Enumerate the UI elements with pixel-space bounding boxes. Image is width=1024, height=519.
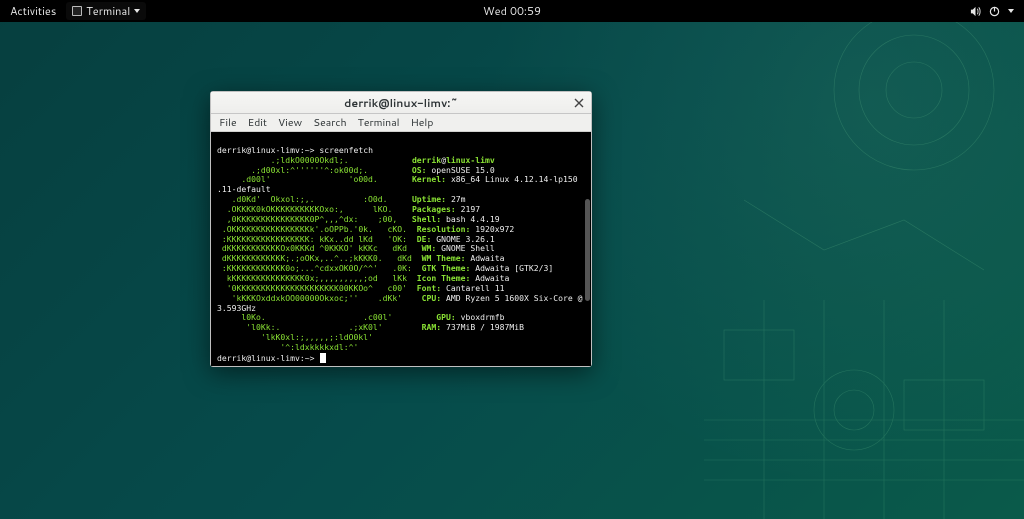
info-label: RAM:: [422, 322, 442, 332]
info-value: Adwaita: [475, 273, 509, 283]
info-overflow: 3.593GHz: [217, 303, 256, 313]
info-value: Adwaita: [470, 253, 504, 263]
scrollbar-thumb[interactable]: [585, 199, 590, 301]
info-value: AMD Ryzen 5 1600X Six-Core @: [446, 293, 582, 303]
window-titlebar[interactable]: derrik@linux-limv:~: [211, 92, 591, 114]
status-area[interactable]: [970, 6, 1014, 17]
app-menu-label: Terminal: [86, 3, 130, 19]
ascii-line: ,0KKKKKKKKKKKKKKK0P^,,,^dx: ;00,: [217, 214, 397, 224]
ascii-line: .d0Kd' Okxol:;,. :O0d.: [217, 194, 388, 204]
window-title: derrik@linux-limv:~: [344, 95, 458, 111]
chevron-down-icon: [134, 9, 140, 13]
info-value: 737MiB / 1987MiB: [446, 322, 524, 332]
wallpaper-blueprint: [704, 0, 1024, 519]
power-icon: [989, 6, 1000, 17]
info-value: x86_64 Linux 4.12.14-lp150: [451, 174, 578, 184]
menubar: File Edit View Search Terminal Help: [211, 114, 591, 132]
info-value: vboxdrmfb: [461, 312, 505, 322]
info-value: 27m: [451, 194, 466, 204]
scrollbar[interactable]: [584, 136, 590, 362]
info-label: GTK Theme:: [422, 263, 471, 273]
info-label: Shell:: [412, 214, 441, 224]
ascii-line: :KKKKKKKKKKKKKKKKK: kKx..dd lKd 'OK:: [217, 234, 407, 244]
info-label: DE:: [417, 234, 432, 244]
info-label: Uptime:: [412, 194, 446, 204]
info-overflow: .11-default: [217, 184, 271, 194]
close-button[interactable]: [572, 96, 586, 110]
close-icon: [574, 98, 584, 108]
ascii-line: .;ldkO0000Okdl;.: [217, 155, 349, 165]
ascii-line: '0KKKKKKKKKKKKKKKKKKKKK00KKOo^ c00': [217, 283, 407, 293]
terminal-cursor: [320, 353, 326, 363]
info-value: GNOME 3.26.1: [436, 234, 494, 244]
menu-file[interactable]: File: [219, 116, 237, 130]
menu-terminal[interactable]: Terminal: [358, 116, 400, 130]
info-label: Packages:: [412, 204, 456, 214]
ascii-line: :KKKKKKKKKKKK0o;...^cdxxOK0O/^^' .0K:: [217, 263, 412, 273]
terminal-window: derrik@linux-limv:~ File Edit View Searc…: [210, 91, 592, 367]
menu-help[interactable]: Help: [411, 116, 434, 130]
info-label: Kernel:: [412, 174, 446, 184]
prompt-path: ~>: [305, 353, 315, 363]
info-value: 1920x972: [475, 224, 514, 234]
info-label: CPU:: [422, 293, 442, 303]
prompt-path: ~>: [305, 145, 315, 155]
menu-edit[interactable]: Edit: [248, 116, 267, 130]
prompt-host: derrik@linux-limv:: [217, 353, 305, 363]
ascii-line: 'kKKKOxddxkOO00000Okxoc;'' .dKk': [217, 293, 402, 303]
clock[interactable]: Wed 00:59: [483, 3, 541, 19]
info-user: derrik: [412, 155, 441, 165]
info-label: OS:: [412, 165, 427, 175]
ascii-line: dKKKKKKKKKKKOx0KKKd ^0KKKO' kKKc dKd: [217, 243, 407, 253]
ascii-line: l0Ko. .c00l': [217, 312, 392, 322]
gnome-topbar: Activities Terminal Wed 00:59: [0, 0, 1024, 22]
info-value: 2197: [461, 204, 481, 214]
app-menu-button[interactable]: Terminal: [66, 2, 146, 20]
terminal-icon: [72, 6, 82, 16]
ascii-line: .OKKKKKKKKKKKKKKKKk'.oOPPb.'0k. cKO.: [217, 224, 407, 234]
ascii-line: '^:ldxkkkkxdl:^': [217, 342, 358, 352]
info-label: WM Theme:: [422, 253, 466, 263]
ascii-line: 'lkK0xl:;,,,,,;:ldO0kl': [217, 332, 373, 342]
info-label: Font:: [417, 283, 441, 293]
ascii-line: 'l0Kk:. .;xK0l': [217, 322, 383, 332]
info-value: Adwaita [GTK2/3]: [475, 263, 553, 273]
chevron-down-icon: [1008, 9, 1014, 13]
menu-view[interactable]: View: [278, 116, 302, 130]
prompt-command: screenfetch: [319, 145, 373, 155]
info-label: Resolution:: [417, 224, 471, 234]
info-label: WM:: [422, 243, 437, 253]
activities-button[interactable]: Activities: [10, 3, 56, 19]
info-label: GPU:: [436, 312, 456, 322]
menu-search[interactable]: Search: [313, 116, 346, 130]
info-value: openSUSE 15.0: [431, 165, 494, 175]
info-host: linux-limv: [446, 155, 495, 165]
ascii-line: dKKKKKKKKKKKK;.;oOKx,..^..;kKKK0. dKd: [217, 253, 412, 263]
info-label: Icon Theme:: [417, 273, 471, 283]
ascii-line: .d00l' 'o00d.: [217, 174, 378, 184]
ascii-line: .OKKKK0kOKKKKKKKKKKOxo:, lKO.: [217, 204, 392, 214]
prompt-host: derrik@linux-limv:: [217, 145, 305, 155]
ascii-line: kKKKKKKKKKKKKKKK0x;,,,,,,,,,;od lKk: [217, 273, 407, 283]
volume-icon: [970, 6, 981, 17]
terminal-output[interactable]: derrik@linux-limv:~> screenfetch .;ldkO0…: [211, 132, 591, 366]
info-value: GNOME Shell: [441, 243, 495, 253]
info-value: bash 4.4.19: [446, 214, 500, 224]
ascii-line: .;d00xl:^''''''^:ok00d;.: [217, 165, 368, 175]
info-value: Cantarell 11: [446, 283, 504, 293]
